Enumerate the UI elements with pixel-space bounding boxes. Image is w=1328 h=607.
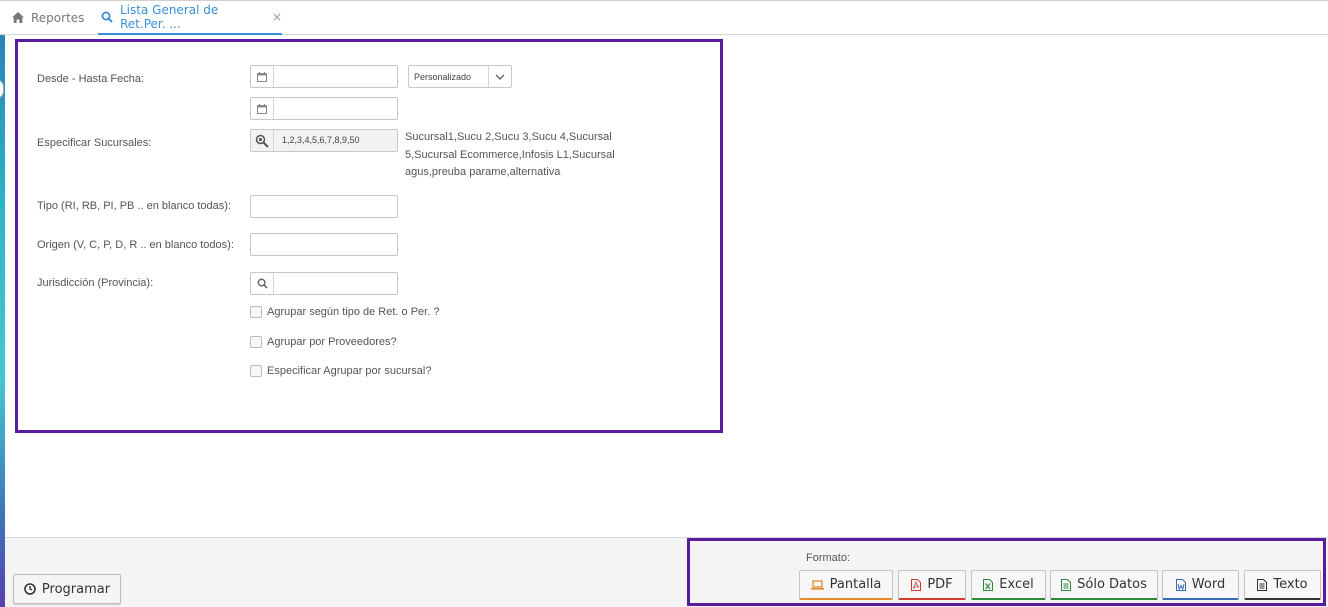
agrupar-sucursal-checkbox[interactable]: Especificar Agrupar por sucursal? xyxy=(250,365,431,377)
programar-button[interactable]: Programar xyxy=(13,574,121,604)
tab-bar: Reportes Lista General de Ret.Per. ... × xyxy=(0,0,1328,35)
solo-datos-label: Sólo Datos xyxy=(1077,577,1147,592)
search-icon xyxy=(101,11,113,23)
chevron-down-icon[interactable] xyxy=(488,66,511,87)
fecha-desde-input[interactable] xyxy=(250,65,398,88)
search-icon[interactable] xyxy=(251,273,274,294)
sucursales-names: Sucursal1,Sucu 2,Sucu 3,Sucu 4,Sucursal … xyxy=(405,131,615,178)
format-panel: Formato: Pantalla PDF Excel Sólo Datos W… xyxy=(687,538,1326,606)
pdf-button[interactable]: PDF xyxy=(898,570,966,600)
tipo-label: Tipo (RI, RB, PI, PB .. en blanco todas)… xyxy=(37,200,232,212)
laptop-icon xyxy=(810,579,824,590)
checkbox-box[interactable] xyxy=(250,365,262,377)
clock-icon xyxy=(24,583,36,595)
report-parameters-panel: Desde - Hasta Fecha: Personalizado Espec… xyxy=(15,39,723,433)
origen-input[interactable] xyxy=(250,233,398,256)
left-accent-strip xyxy=(0,35,5,607)
pantalla-button[interactable]: Pantalla xyxy=(799,570,893,600)
fecha-hasta-input[interactable] xyxy=(250,97,398,120)
texto-label: Texto xyxy=(1273,577,1308,592)
fecha-label: Desde - Hasta Fecha: xyxy=(37,73,144,85)
calendar-icon[interactable] xyxy=(251,98,274,119)
pdf-label: PDF xyxy=(927,577,953,592)
jurisdiccion-input[interactable] xyxy=(250,272,398,295)
data-file-icon xyxy=(1061,578,1072,591)
formato-label: Formato: xyxy=(806,552,851,564)
sidebar-toggle-handle[interactable] xyxy=(0,79,4,99)
sucursales-input[interactable]: 1,2,3,4,5,6,7,8,9,50 xyxy=(250,129,398,152)
agrupar-proveedores-checkbox[interactable]: Agrupar por Proveedores? xyxy=(250,336,397,348)
agrupar-sucursal-label: Especificar Agrupar por sucursal? xyxy=(267,365,432,377)
excel-label: Excel xyxy=(999,577,1034,592)
calendar-icon[interactable] xyxy=(251,66,274,87)
tab-lista-general-label: Lista General de Ret.Per. ... xyxy=(120,2,219,31)
word-button[interactable]: Word xyxy=(1162,570,1239,600)
tipo-input[interactable] xyxy=(250,195,398,218)
periodo-select-value: Personalizado xyxy=(414,72,472,82)
origen-label: Origen (V, C, P, D, R .. en blanco todos… xyxy=(37,239,234,251)
tab-reportes-label: Reportes xyxy=(31,10,85,25)
agrupar-tipo-label: Agrupar según tipo de Ret. o Per. ? xyxy=(267,306,440,318)
close-tab-icon[interactable]: × xyxy=(272,10,282,24)
word-file-icon xyxy=(1175,578,1186,591)
text-file-icon xyxy=(1257,578,1268,591)
excel-file-icon xyxy=(983,578,994,591)
texto-button[interactable]: Texto xyxy=(1244,570,1321,600)
sucursales-label: Especificar Sucursales: xyxy=(37,137,152,149)
programar-label: Programar xyxy=(41,581,111,597)
periodo-select[interactable]: Personalizado xyxy=(408,65,512,88)
jurisdiccion-label: Jurisdicción (Provincia): xyxy=(37,277,154,289)
pdf-file-icon xyxy=(911,578,922,591)
home-icon xyxy=(12,12,24,24)
tab-reportes[interactable]: Reportes xyxy=(12,0,84,35)
word-label: Word xyxy=(1191,577,1226,592)
sucursales-value: 1,2,3,4,5,6,7,8,9,50 xyxy=(282,135,360,145)
checkbox-box[interactable] xyxy=(250,306,262,318)
agrupar-proveedores-label: Agrupar por Proveedores? xyxy=(267,336,397,348)
checkbox-box[interactable] xyxy=(250,336,262,348)
search-multi-icon[interactable] xyxy=(251,130,274,151)
solo-datos-button[interactable]: Sólo Datos xyxy=(1050,570,1158,600)
tab-lista-general[interactable]: Lista General de Ret.Per. ... × xyxy=(98,0,282,35)
agrupar-tipo-checkbox[interactable]: Agrupar según tipo de Ret. o Per. ? xyxy=(250,306,439,318)
excel-button[interactable]: Excel xyxy=(971,570,1046,600)
pantalla-label: Pantalla xyxy=(829,577,882,592)
